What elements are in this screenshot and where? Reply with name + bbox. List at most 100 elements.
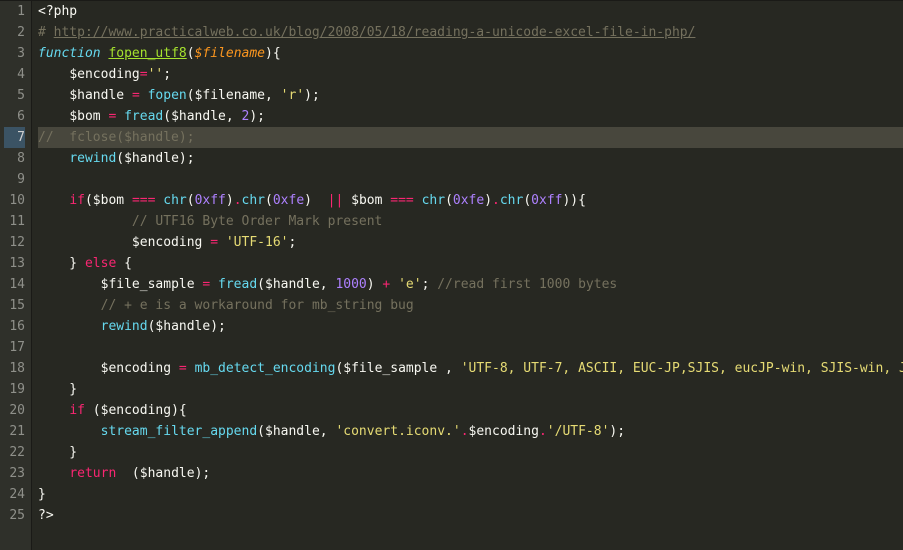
code-line[interactable]: <?php: [38, 1, 903, 22]
line-number[interactable]: 18: [4, 358, 25, 379]
code-token: $handle: [265, 424, 320, 439]
code-token: $handle: [171, 109, 226, 124]
code-line[interactable]: return ($handle);: [38, 463, 903, 484]
code-line[interactable]: if($bom === chr(0xff).chr(0xfe) || $bom …: [38, 190, 903, 211]
code-line[interactable]: # http://www.practicalweb.co.uk/blog/200…: [38, 22, 903, 43]
code-token: 0xff: [195, 193, 226, 208]
code-line[interactable]: // fclose($handle);: [38, 127, 903, 148]
code-token: [38, 403, 69, 418]
line-number[interactable]: 5: [4, 85, 25, 106]
code-token: .: [492, 193, 500, 208]
code-token: chr: [500, 193, 523, 208]
code-token: [38, 277, 101, 292]
line-number[interactable]: 20: [4, 400, 25, 421]
code-token: [38, 466, 69, 481]
code-line[interactable]: // + e is a workaround for mb_string bug: [38, 295, 903, 316]
line-number[interactable]: 4: [4, 64, 25, 85]
line-number[interactable]: 23: [4, 463, 25, 484]
line-number[interactable]: 11: [4, 211, 25, 232]
line-number[interactable]: 8: [4, 148, 25, 169]
line-number[interactable]: 16: [4, 316, 25, 337]
code-line[interactable]: $handle = fopen($filename, 'r');: [38, 85, 903, 106]
line-number[interactable]: 2: [4, 22, 25, 43]
code-token: 0xfe: [453, 193, 484, 208]
code-line[interactable]: }: [38, 379, 903, 400]
code-token: chr: [422, 193, 445, 208]
code-line[interactable]: rewind($handle);: [38, 316, 903, 337]
line-number[interactable]: 7: [4, 127, 25, 148]
code-token: function: [38, 46, 101, 61]
line-number[interactable]: 3: [4, 43, 25, 64]
code-editor[interactable]: 1234567891011121314151617181920212223242…: [0, 0, 903, 550]
code-token: if: [69, 193, 85, 208]
code-line[interactable]: function fopen_utf8($filename){: [38, 43, 903, 64]
code-token: <?php: [38, 4, 77, 19]
code-token: (: [116, 466, 139, 481]
code-token: ): [367, 277, 383, 292]
line-number[interactable]: 1: [4, 1, 25, 22]
code-token: chr: [163, 193, 186, 208]
code-token: (: [85, 193, 93, 208]
code-token: $handle: [140, 466, 195, 481]
line-number[interactable]: 21: [4, 421, 25, 442]
line-number[interactable]: 6: [4, 106, 25, 127]
code-token: [38, 67, 69, 82]
code-token: $encoding: [101, 361, 171, 376]
line-number-gutter[interactable]: 1234567891011121314151617181920212223242…: [0, 1, 32, 550]
code-line[interactable]: $encoding = mb_detect_encoding($file_sam…: [38, 358, 903, 379]
code-token: );: [609, 424, 625, 439]
code-token: [171, 361, 179, 376]
code-token: ,: [265, 88, 281, 103]
code-token: $bom: [351, 193, 382, 208]
code-token: =: [132, 88, 140, 103]
code-token: [218, 235, 226, 250]
line-number[interactable]: 25: [4, 505, 25, 526]
code-token: }: [38, 256, 85, 271]
line-number[interactable]: 15: [4, 295, 25, 316]
code-token: http://www.practicalweb.co.uk/blog/2008/…: [54, 25, 696, 40]
code-token: $file_sample: [101, 277, 195, 292]
line-number[interactable]: 22: [4, 442, 25, 463]
code-line[interactable]: }: [38, 442, 903, 463]
code-token: $handle: [124, 151, 179, 166]
code-token: // fclose($handle);: [38, 130, 195, 145]
line-number[interactable]: 24: [4, 484, 25, 505]
code-token: ,: [437, 361, 460, 376]
code-token: [38, 319, 101, 334]
line-number[interactable]: 19: [4, 379, 25, 400]
code-line[interactable]: [38, 169, 903, 190]
code-line[interactable]: if ($encoding){: [38, 400, 903, 421]
code-token: (: [116, 151, 124, 166]
line-number[interactable]: 9: [4, 169, 25, 190]
line-number[interactable]: 10: [4, 190, 25, 211]
line-number[interactable]: 12: [4, 232, 25, 253]
code-token: =: [179, 361, 187, 376]
line-number[interactable]: 13: [4, 253, 25, 274]
code-line[interactable]: }: [38, 484, 903, 505]
code-line[interactable]: ?>: [38, 505, 903, 526]
code-line[interactable]: $file_sample = fread($handle, 1000) + 'e…: [38, 274, 903, 295]
code-token: 0xff: [531, 193, 562, 208]
code-line[interactable]: } else {: [38, 253, 903, 274]
line-number[interactable]: 17: [4, 337, 25, 358]
code-token: ){: [171, 403, 187, 418]
code-area[interactable]: <?php # http://www.practicalweb.co.uk/blo…: [32, 1, 903, 550]
code-line[interactable]: [38, 337, 903, 358]
code-line[interactable]: $bom = fread($handle, 2);: [38, 106, 903, 127]
code-line[interactable]: $encoding='';: [38, 64, 903, 85]
code-line[interactable]: // UTF16 Byte Order Mark present: [38, 211, 903, 232]
code-token: fread: [218, 277, 257, 292]
code-token: );: [195, 466, 211, 481]
code-token: =: [140, 67, 148, 82]
code-token: (: [163, 109, 171, 124]
line-number[interactable]: 14: [4, 274, 25, 295]
code-token: fread: [124, 109, 163, 124]
code-token: // + e is a workaround for mb_string bug: [101, 298, 414, 313]
code-line[interactable]: rewind($handle);: [38, 148, 903, 169]
code-token: (: [445, 193, 453, 208]
code-line[interactable]: stream_filter_append($handle, 'convert.i…: [38, 421, 903, 442]
code-token: rewind: [69, 151, 116, 166]
code-line[interactable]: $encoding = 'UTF-16';: [38, 232, 903, 253]
code-token: ||: [328, 193, 344, 208]
code-token: '/UTF-8': [547, 424, 610, 439]
